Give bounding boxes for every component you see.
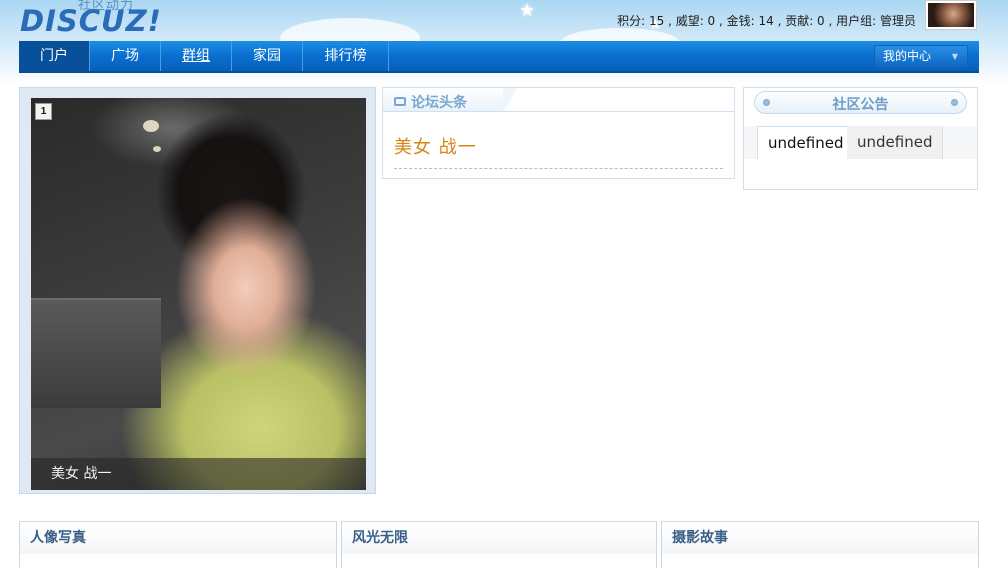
nav-item-ranking[interactable]: 排行榜 xyxy=(303,41,389,71)
nav-item-portal[interactable]: 门户 xyxy=(19,41,90,71)
photo-car-door xyxy=(31,298,161,408)
nav-item-label: 群组 xyxy=(182,48,210,64)
photo-light xyxy=(153,146,161,152)
category-box-photo-stories: 摄影故事 xyxy=(661,521,979,568)
slide-number-badge[interactable]: 1 xyxy=(35,103,52,120)
announcement-tabs: undefined undefined xyxy=(744,126,977,159)
nav-item-home[interactable]: 家园 xyxy=(232,41,303,71)
nav-item-label: 家园 xyxy=(253,48,281,64)
divider xyxy=(503,111,734,112)
category-title[interactable]: 人像写真 xyxy=(20,522,336,554)
photo-light xyxy=(143,120,159,132)
logo-text[interactable]: DISCUZ! xyxy=(20,4,162,38)
bullet-icon xyxy=(951,99,958,106)
headlines-tab: 论坛头条 xyxy=(383,88,517,112)
slideshow-image[interactable]: 1 美女 战一 xyxy=(31,98,366,490)
user-stats: 积分: 15 , 威望: 0 , 金钱: 14 , 贡献: 0 , 用户组: 管… xyxy=(617,14,916,28)
avatar-image xyxy=(928,3,974,27)
divider xyxy=(394,168,723,169)
main-nav: 门户 广场 群组 家园 排行榜 我的中心 ▼ xyxy=(19,41,979,73)
category-box-scenery: 风光无限 xyxy=(341,521,657,568)
nav-item-plaza[interactable]: 广场 xyxy=(90,41,161,71)
announcement-tab[interactable]: undefined xyxy=(847,126,944,159)
avatar[interactable] xyxy=(925,0,977,30)
headlines-box: 论坛头条 美女 战一 xyxy=(382,87,735,179)
slideshow-panel: 1 美女 战一 xyxy=(19,87,376,494)
category-box-portrait: 人像写真 xyxy=(19,521,337,568)
announcement-box: 社区公告 undefined undefined xyxy=(743,87,978,190)
category-title[interactable]: 风光无限 xyxy=(342,522,656,554)
star-decoration: ★ xyxy=(519,0,536,20)
announcement-tab[interactable]: undefined xyxy=(757,126,855,159)
my-center-button[interactable]: 我的中心 ▼ xyxy=(874,45,968,68)
chevron-down-icon: ▼ xyxy=(951,52,958,61)
nav-item-label: 门户 xyxy=(40,48,68,64)
announcement-title: 社区公告 xyxy=(832,97,889,113)
nav-item-groups[interactable]: 群组 xyxy=(161,41,232,71)
my-center-label: 我的中心 xyxy=(883,49,932,63)
headlines-title: 论坛头条 xyxy=(411,95,467,111)
category-title[interactable]: 摄影故事 xyxy=(662,522,978,554)
speech-bubble-icon xyxy=(394,97,406,106)
slide-caption[interactable]: 美女 战一 xyxy=(31,458,366,490)
nav-item-label: 排行榜 xyxy=(324,48,367,64)
nav-item-label: 广场 xyxy=(111,48,139,64)
announcement-header: 社区公告 xyxy=(754,91,967,114)
headline-link[interactable]: 美女 战一 xyxy=(394,133,477,159)
